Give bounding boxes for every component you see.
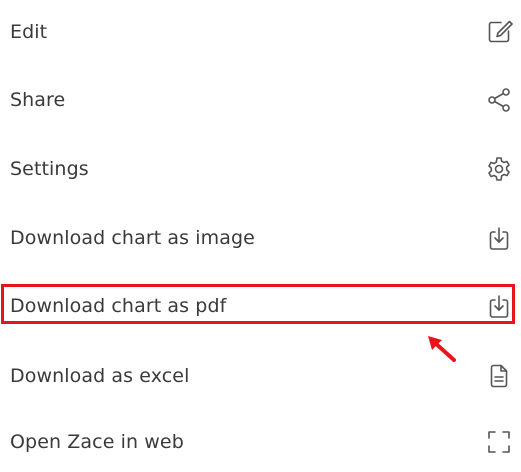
menu-item-edit[interactable]: Edit — [0, 2, 521, 62]
download-icon — [485, 224, 513, 252]
menu-item-label: Edit — [10, 21, 48, 43]
menu-item-download-excel[interactable]: Download as excel — [0, 346, 521, 406]
document-icon — [485, 362, 513, 390]
menu-item-download-pdf[interactable]: Download chart as pdf — [0, 276, 521, 336]
download-icon — [485, 292, 513, 320]
menu-item-label: Share — [10, 89, 66, 111]
context-menu: Edit Share Settings Download chart as im… — [0, 0, 521, 472]
menu-item-settings[interactable]: Settings — [0, 139, 521, 199]
menu-item-open-web[interactable]: Open Zace in web — [0, 412, 521, 472]
menu-item-label: Settings — [10, 158, 89, 180]
menu-item-label: Download chart as pdf — [10, 295, 227, 317]
menu-item-label: Download as excel — [10, 365, 190, 387]
expand-icon — [485, 428, 513, 456]
menu-item-download-image[interactable]: Download chart as image — [0, 208, 521, 268]
share-icon — [485, 86, 513, 114]
menu-item-label: Download chart as image — [10, 227, 255, 249]
edit-icon — [485, 18, 513, 46]
gear-icon — [485, 155, 513, 183]
menu-item-share[interactable]: Share — [0, 70, 521, 130]
menu-item-label: Open Zace in web — [10, 431, 184, 453]
